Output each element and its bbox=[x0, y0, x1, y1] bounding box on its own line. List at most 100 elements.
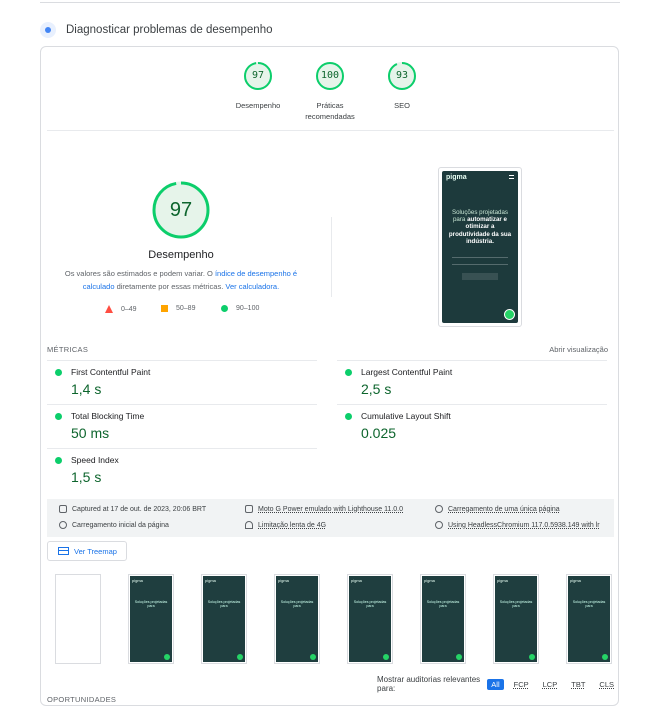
metric-value: 1,4 s bbox=[71, 381, 102, 397]
expand-view-toggle[interactable]: Abrir visualização bbox=[549, 345, 608, 354]
metric-lcp: Largest Contentful Paint 2,5 s bbox=[337, 360, 607, 404]
filter-cls[interactable]: CLS bbox=[595, 679, 618, 690]
info-text: Carregamento de uma única página bbox=[448, 505, 560, 513]
filter-fcp[interactable]: FCP bbox=[510, 679, 533, 690]
legend-average: 50–89 bbox=[161, 305, 195, 312]
summary-label: SEO bbox=[394, 101, 410, 110]
filter-all[interactable]: All bbox=[487, 678, 504, 690]
chrome-icon bbox=[435, 521, 443, 529]
info-text: Using HeadlessChromium 117.0.5938.149 wi… bbox=[448, 521, 600, 529]
filmstrip-frame: pigma Soluções projetadas para bbox=[566, 574, 612, 664]
metric-name: Total Blocking Time bbox=[71, 411, 145, 421]
pass-dot-icon bbox=[55, 369, 62, 376]
device-info[interactable]: Moto G Power emulado with Lighthouse 11.… bbox=[245, 505, 430, 513]
top-divider bbox=[40, 2, 620, 3]
summary-gauge-performance[interactable]: 97 Desempenho bbox=[228, 61, 288, 111]
frame-logo: pigma bbox=[570, 578, 581, 583]
pass-dot-icon bbox=[345, 413, 352, 420]
filter-lcp[interactable]: LCP bbox=[539, 679, 562, 690]
section-header: Diagnosticar problemas de desempenho bbox=[40, 20, 272, 40]
summary-gauge-best-practices[interactable]: 100 Práticas recomendadas bbox=[300, 61, 360, 122]
diagnose-icon bbox=[40, 22, 56, 38]
frame-logo: pigma bbox=[205, 578, 216, 583]
pass-dot-icon bbox=[55, 457, 62, 464]
treemap-label: Ver Treemap bbox=[74, 546, 117, 556]
filmstrip-frame: pigma Soluções projetadas para bbox=[493, 574, 539, 664]
view-treemap-button[interactable]: Ver Treemap bbox=[47, 541, 127, 561]
summary-gauge-seo[interactable]: 93 SEO bbox=[372, 61, 432, 111]
frame-text: Soluções projetadas para bbox=[572, 600, 606, 609]
frame-logo: pigma bbox=[351, 578, 362, 583]
frame-text: Soluções projetadas para bbox=[426, 600, 460, 609]
menu-icon bbox=[509, 175, 514, 179]
opportunities-heading: OPORTUNIDADES bbox=[47, 695, 117, 704]
metric-name: Cumulative Layout Shift bbox=[361, 411, 451, 421]
legend-label: 50–89 bbox=[176, 305, 196, 312]
metric-name: First Contentful Paint bbox=[71, 367, 151, 377]
pass-dot-icon bbox=[55, 413, 62, 420]
whatsapp-icon bbox=[602, 654, 608, 660]
whatsapp-icon bbox=[504, 309, 515, 320]
circle-icon bbox=[221, 305, 228, 312]
vertical-divider bbox=[331, 217, 332, 297]
filmstrip-frame: pigma Soluções projetadas para bbox=[274, 574, 320, 664]
filmstrip: pigma Soluções projetadas para pigma Soluç… bbox=[55, 574, 615, 664]
whatsapp-icon bbox=[529, 654, 535, 660]
report-card: 97 Desempenho 100 Práticas recomendadas … bbox=[40, 46, 619, 706]
load-info[interactable]: Carregamento de uma única página bbox=[435, 505, 610, 513]
frame-text: Soluções projetadas para bbox=[353, 600, 387, 609]
frame-text: Soluções projetadas para bbox=[499, 600, 533, 609]
whatsapp-icon bbox=[310, 654, 316, 660]
square-icon bbox=[161, 305, 168, 312]
filter-tbt[interactable]: TBT bbox=[567, 679, 589, 690]
browser-info[interactable]: Using HeadlessChromium 117.0.5938.149 wi… bbox=[435, 521, 610, 529]
timer-icon bbox=[59, 521, 67, 529]
pass-dot-icon bbox=[345, 369, 352, 376]
runtime-info: Captured at 17 de out. de 2023, 20:06 BR… bbox=[47, 499, 614, 537]
section-title: Diagnosticar problemas de desempenho bbox=[66, 24, 273, 36]
metric-fcp: First Contentful Paint 1,4 s bbox=[47, 360, 317, 404]
captured-info: Captured at 17 de out. de 2023, 20:06 BR… bbox=[59, 505, 239, 513]
filmstrip-frame: pigma Soluções projetadas para bbox=[347, 574, 393, 664]
frame-text: Soluções projetadas para bbox=[280, 600, 314, 609]
audit-filter-label: Mostrar auditorias relevantes para: bbox=[377, 675, 481, 693]
initial-load-info: Carregamento inicial da página bbox=[59, 521, 239, 529]
metric-name: Largest Contentful Paint bbox=[361, 367, 453, 377]
legend-label: 0–49 bbox=[121, 305, 137, 313]
performance-title: Desempenho bbox=[148, 249, 214, 261]
summary-label: Desempenho bbox=[235, 101, 281, 110]
final-screenshot[interactable]: pigma Soluções projetadas para automatiz… bbox=[438, 167, 522, 327]
performance-gauge: 97 bbox=[151, 180, 211, 240]
legend-pass: 90–100 bbox=[221, 305, 259, 312]
legend-fail: 0–49 bbox=[105, 305, 137, 313]
filmstrip-frame: pigma Soluções projetadas para bbox=[420, 574, 466, 664]
audit-filter: Mostrar auditorias relevantes para: All … bbox=[377, 675, 618, 693]
treemap-icon bbox=[58, 547, 69, 555]
note-text: Os valores são estimados e podem variar.… bbox=[64, 269, 215, 278]
triangle-icon bbox=[105, 305, 113, 313]
wifi-icon bbox=[245, 521, 253, 529]
throttle-info[interactable]: Limitação lenta de 4G bbox=[245, 521, 430, 529]
screenshot-headline: Soluções projetadas para automatizar e o… bbox=[448, 209, 512, 245]
info-text: Limitação lenta de 4G bbox=[258, 521, 327, 529]
load-icon bbox=[435, 505, 443, 513]
frame-logo: pigma bbox=[424, 578, 435, 583]
metrics-heading: MÉTRICAS bbox=[47, 345, 89, 354]
summary-score: 97 bbox=[251, 70, 265, 81]
frame-logo: pigma bbox=[278, 578, 289, 583]
metric-cls: Cumulative Layout Shift 0.025 bbox=[337, 404, 607, 448]
summary-score: 100 bbox=[320, 70, 340, 81]
metric-name: Speed Index bbox=[71, 455, 119, 465]
whatsapp-icon bbox=[237, 654, 243, 660]
whatsapp-icon bbox=[164, 654, 170, 660]
performance-score: 97 bbox=[169, 199, 193, 221]
frame-logo: pigma bbox=[497, 578, 508, 583]
calculator-link[interactable]: Ver calculadora. bbox=[225, 282, 279, 291]
divider bbox=[47, 130, 614, 131]
info-text: Carregamento inicial da página bbox=[72, 521, 169, 529]
note-text: diretamente por essas métricas. bbox=[114, 281, 226, 291]
screenshot-page: pigma Soluções projetadas para automatiz… bbox=[442, 171, 518, 323]
metric-value: 0.025 bbox=[361, 425, 397, 441]
whatsapp-icon bbox=[383, 654, 389, 660]
frame-text: Soluções projetadas para bbox=[134, 600, 168, 609]
